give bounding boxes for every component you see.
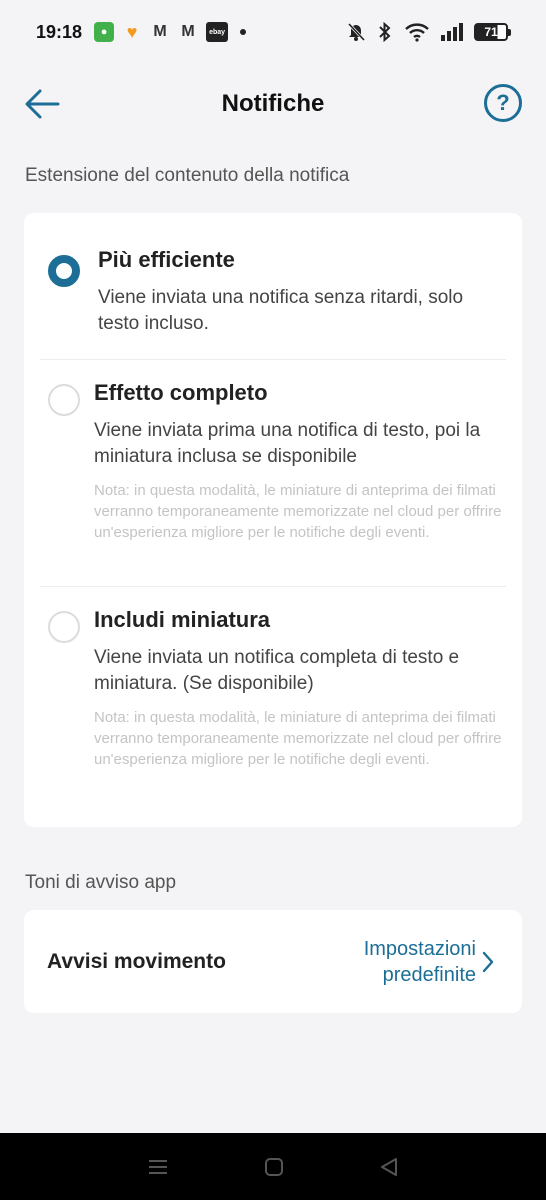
messaging-app-icon: ● xyxy=(94,22,115,42)
bluetooth-icon xyxy=(379,22,391,42)
status-time: 19:18 xyxy=(36,21,83,42)
motion-alerts-title: Avvisi movimento xyxy=(47,949,226,973)
notification-options-card: Più efficiente Viene inviata una notific… xyxy=(24,213,522,827)
mute-bell-icon xyxy=(347,22,366,42)
radio-full-effect[interactable] xyxy=(48,384,80,416)
status-bar: 19:18 ● ♥ M M ebay 71 xyxy=(0,0,546,64)
motion-alerts-value: Impostazioni predefinite xyxy=(364,936,476,988)
radio-include-thumbnail[interactable] xyxy=(48,611,80,643)
ebay-icon: ebay xyxy=(206,22,229,42)
option-include-thumbnail[interactable]: Includi miniatura Viene inviata un notif… xyxy=(24,587,522,813)
option-description: Viene inviata un notifica completa di te… xyxy=(94,647,460,694)
orange-app-icon: ♥ xyxy=(126,21,138,42)
more-notifications-dot xyxy=(240,29,247,35)
radio-most-efficient[interactable] xyxy=(48,255,80,287)
motion-alerts-row[interactable]: Avvisi movimento Impostazioni predefinit… xyxy=(24,910,522,1013)
option-full-effect[interactable]: Effetto completo Viene inviata prima una… xyxy=(24,360,522,586)
option-most-efficient[interactable]: Più efficiente Viene inviata una notific… xyxy=(24,213,522,359)
motion-alerts-value-group: Impostazioni predefinite xyxy=(364,936,494,988)
option-title: Includi miniatura xyxy=(94,607,271,632)
page-title: Notifiche xyxy=(221,90,325,117)
app-header: Notifiche ? xyxy=(0,70,546,138)
section-label-notification-content: Estensione del contenuto della notifica xyxy=(25,165,350,186)
back-nav-icon[interactable] xyxy=(379,1157,399,1177)
help-icon: ? xyxy=(496,90,510,115)
option-note: Nota: in questa modalità, le miniature d… xyxy=(94,482,502,541)
option-description: Viene inviata una notifica senza ritardi… xyxy=(98,287,464,334)
value-line-2: predefinite xyxy=(382,963,476,986)
recent-apps-icon[interactable] xyxy=(147,1157,169,1177)
back-arrow-icon xyxy=(25,89,60,119)
gmail-icon-2: M xyxy=(181,23,195,40)
option-note: Nota: in questa modalità, le miniature d… xyxy=(94,709,502,768)
system-nav-bar xyxy=(0,1133,546,1200)
option-title: Più efficiente xyxy=(98,247,235,272)
home-icon[interactable] xyxy=(264,1157,284,1177)
wifi-icon xyxy=(405,23,429,42)
chevron-right-icon xyxy=(482,951,494,972)
option-title: Effetto completo xyxy=(94,380,268,405)
value-line-1: Impostazioni xyxy=(363,937,476,960)
status-left: 19:18 ● ♥ M M ebay xyxy=(36,21,247,43)
back-button[interactable] xyxy=(22,84,62,124)
section-label-alert-tones: Toni di avviso app xyxy=(25,872,177,893)
gmail-icon: M xyxy=(153,23,167,40)
status-right: 71 xyxy=(346,22,511,42)
signal-icon xyxy=(441,23,463,41)
help-button[interactable]: ? xyxy=(484,84,522,122)
battery-icon: 71 xyxy=(474,23,511,41)
option-description: Viene inviata prima una notifica di test… xyxy=(94,420,481,467)
